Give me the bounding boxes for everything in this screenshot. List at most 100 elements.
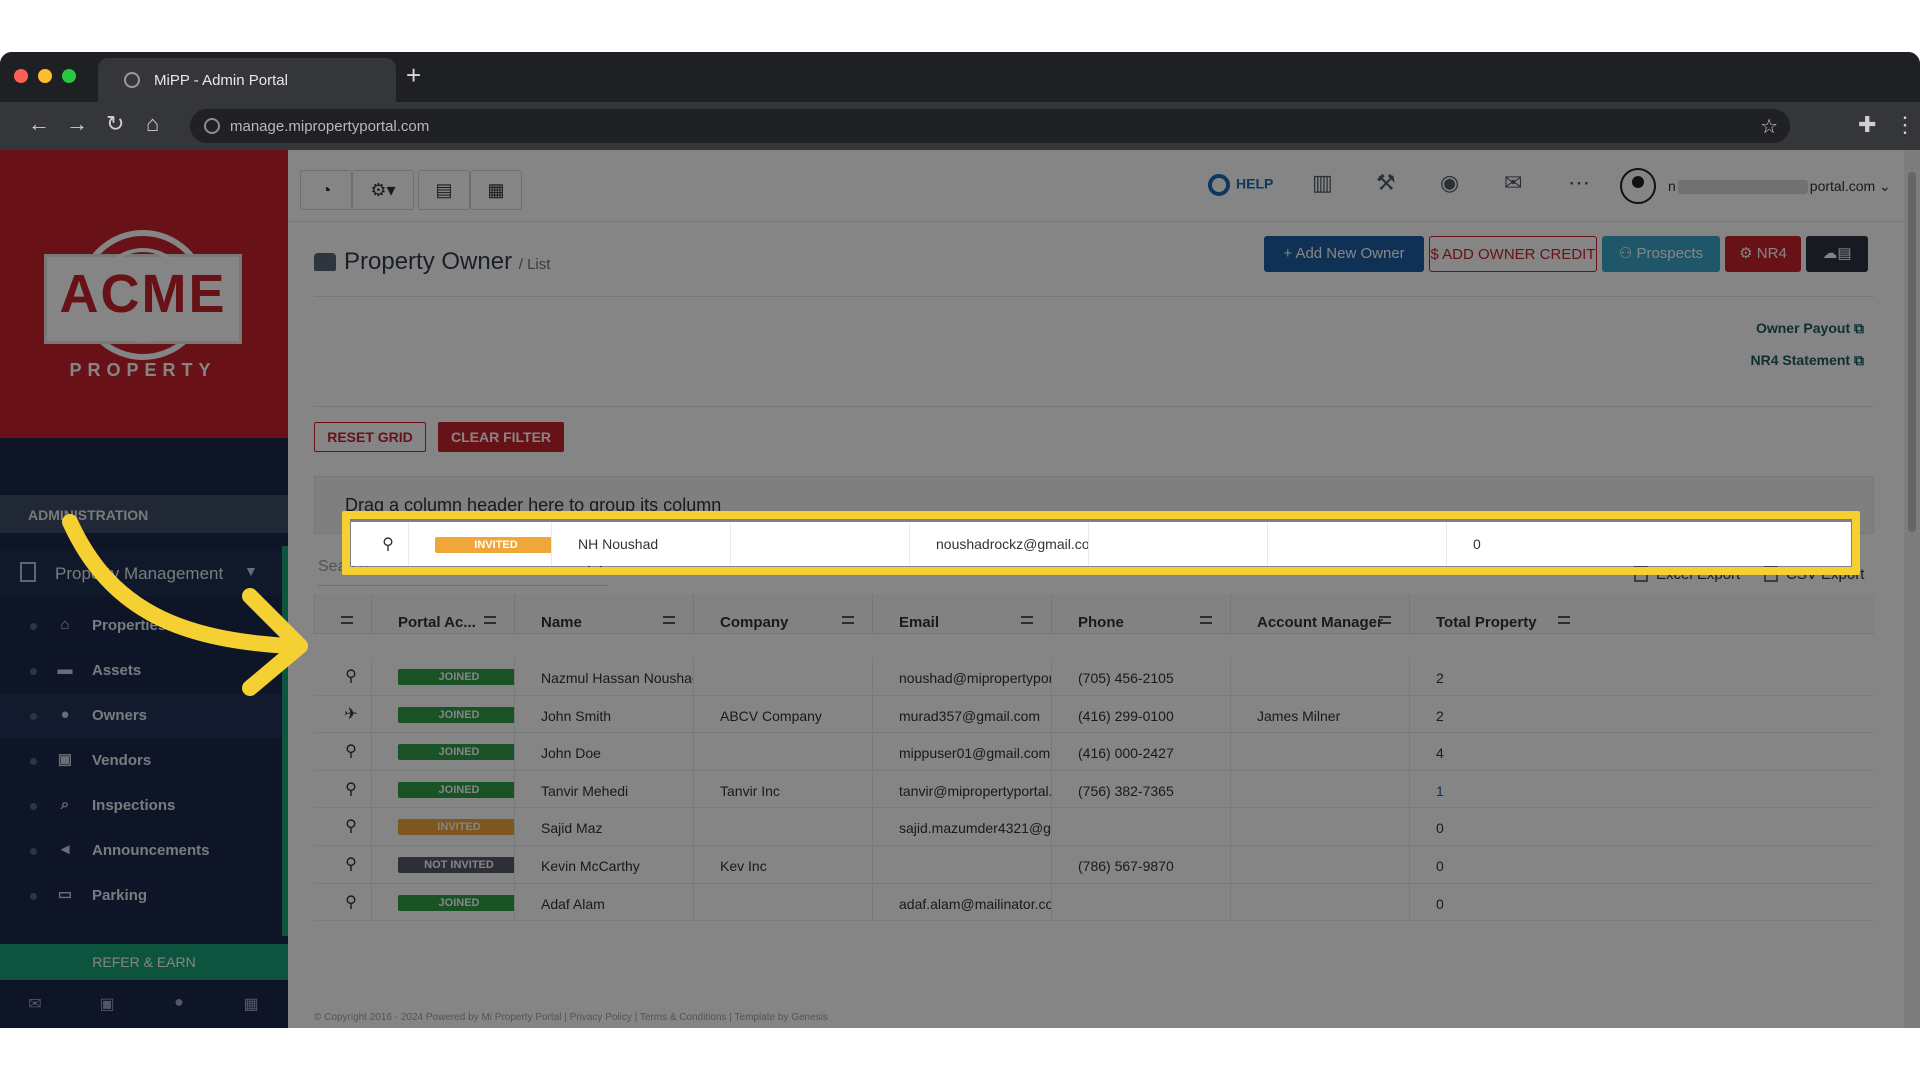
owner-payout-link[interactable]: Owner Payout ⧉ bbox=[1756, 320, 1864, 337]
megaphone-icon: ◄ bbox=[57, 841, 73, 858]
map-pin-icon[interactable]: ⚲ bbox=[344, 666, 358, 685]
map-pin-icon[interactable]: ⚲ bbox=[344, 741, 358, 760]
mail-icon[interactable]: ✉ bbox=[1504, 170, 1522, 196]
sidebar-item-inspections[interactable]: ⌕ Inspections bbox=[0, 784, 282, 828]
nr4-button[interactable]: ⚙ NR4 bbox=[1725, 236, 1801, 272]
filter-icon[interactable] bbox=[842, 616, 854, 624]
user-icon[interactable]: ● bbox=[168, 994, 190, 1014]
column-header[interactable]: Account Manager bbox=[1230, 594, 1409, 634]
filter-icon[interactable] bbox=[1558, 616, 1570, 624]
help-button[interactable]: HELP bbox=[1208, 174, 1273, 196]
reload-icon[interactable]: ↻ bbox=[106, 112, 124, 136]
row-action-cell[interactable]: ⚲ bbox=[314, 808, 371, 846]
map-pin-icon[interactable]: ⚲ bbox=[344, 854, 358, 873]
table-row[interactable]: ⚲ JOINED Adaf Alam adaf.alam@mailinator.com… bbox=[314, 883, 1874, 922]
sidebar-item-assets[interactable]: ▬ Assets bbox=[0, 649, 282, 693]
add-new-owner-button[interactable]: + Add New Owner bbox=[1264, 236, 1424, 272]
row-action-cell[interactable]: ✈ bbox=[314, 696, 371, 734]
star-icon[interactable]: ☆ bbox=[1760, 114, 1778, 139]
minimize-window-button[interactable] bbox=[38, 69, 52, 83]
tree-bullet bbox=[30, 623, 37, 630]
calculator-button[interactable]: ▦ bbox=[470, 170, 522, 210]
sidebar-group-property-management[interactable]: Property Management ▼ bbox=[0, 550, 288, 596]
close-window-button[interactable] bbox=[14, 69, 28, 83]
prospects-button[interactable]: ⚇ Prospects bbox=[1602, 236, 1720, 272]
sidebar-item-vendors[interactable]: ▣ Vendors bbox=[0, 739, 282, 783]
wrench-icon[interactable]: ⚒ bbox=[1376, 170, 1396, 196]
sidebar-group-label: Property Management bbox=[55, 564, 224, 583]
settings-dropdown-button[interactable]: ⚙▾ bbox=[352, 170, 414, 210]
column-header[interactable]: Total Property bbox=[1409, 594, 1588, 634]
filter-icon[interactable] bbox=[1200, 616, 1212, 624]
more-icon[interactable]: ⋯ bbox=[1568, 170, 1590, 196]
sidebar-item-parking[interactable]: ▭ Parking bbox=[0, 874, 282, 918]
row-action-cell[interactable]: ⚲ bbox=[314, 884, 371, 922]
column-header-actions[interactable] bbox=[314, 594, 371, 634]
column-header[interactable]: Portal Ac... bbox=[371, 594, 514, 634]
column-header-label: Account Manager bbox=[1257, 614, 1383, 631]
filter-icon[interactable] bbox=[341, 616, 353, 624]
gear-icon: ⚙ bbox=[1739, 245, 1757, 262]
table-row[interactable]: ⚲ JOINED John Doe mippuser01@gmail.com (416)… bbox=[314, 733, 1874, 771]
row-action-cell[interactable]: ⚲ bbox=[314, 846, 371, 884]
maximize-window-button[interactable] bbox=[62, 69, 76, 83]
map-pin-icon[interactable]: ⚲ bbox=[344, 779, 358, 798]
company-cell: Tanvir Inc bbox=[693, 770, 872, 809]
sidebar-item-announcements[interactable]: ◄ Announcements bbox=[0, 829, 282, 873]
column-header-label: Email bbox=[899, 614, 940, 631]
forward-icon[interactable]: → bbox=[66, 112, 88, 136]
briefcase-icon[interactable]: ▣ bbox=[96, 994, 118, 1014]
mail-icon[interactable]: ✉ bbox=[24, 994, 46, 1014]
column-header[interactable]: Name bbox=[514, 594, 693, 634]
table-row[interactable]: ⚲ JOINED Nazmul Hassan Noushad noushad@mipr… bbox=[314, 658, 1874, 696]
browser-tab[interactable]: MiPP - Admin Portal bbox=[98, 58, 396, 102]
filter-icon[interactable] bbox=[1379, 616, 1391, 624]
column-header[interactable]: Email bbox=[872, 594, 1051, 634]
site-info-icon[interactable] bbox=[204, 118, 220, 134]
row-action-cell[interactable]: ⚲ bbox=[314, 733, 371, 771]
row-action-cell[interactable]: ⚲ bbox=[314, 771, 371, 809]
scrollbar-thumb[interactable] bbox=[1908, 172, 1916, 532]
column-header[interactable]: Phone bbox=[1051, 594, 1230, 634]
tree-bullet bbox=[30, 758, 37, 765]
calendar-button[interactable]: ▤ bbox=[418, 170, 470, 210]
row-action-cell[interactable]: ⚲ bbox=[314, 658, 371, 696]
reset-grid-button[interactable]: RESET GRID bbox=[314, 422, 426, 452]
home-icon[interactable]: ⌂ bbox=[146, 112, 159, 136]
email-cell: adaf.alam@mailinator.com bbox=[872, 883, 1051, 922]
sidebar-item-label: Inspections bbox=[92, 797, 176, 814]
filter-icon[interactable] bbox=[484, 616, 496, 624]
eye-icon[interactable]: ◉ bbox=[1440, 170, 1459, 196]
logo-subtitle: PROPERTY bbox=[69, 360, 217, 380]
backup-button[interactable]: ☁▤ bbox=[1806, 236, 1868, 272]
puzzle-icon[interactable]: ✚ bbox=[1858, 112, 1876, 138]
clear-filter-button[interactable]: CLEAR FILTER bbox=[438, 422, 564, 452]
page-content: Property Owner / List + Add New Owner $ … bbox=[288, 222, 1904, 1028]
address-bar[interactable]: manage.mipropertyportal.com ☆ bbox=[190, 109, 1790, 143]
table-row[interactable]: ✈ JOINED John Smith ABCV Company murad357@gm… bbox=[314, 695, 1874, 734]
table-row[interactable]: ⚲ NOT INVITED Kevin McCarthy Kev Inc (786) 5… bbox=[314, 846, 1874, 884]
refer-earn-button[interactable]: REFER & EARN bbox=[0, 944, 288, 980]
calculator-icon[interactable]: ▦ bbox=[240, 994, 262, 1014]
company-cell bbox=[693, 733, 872, 771]
table-row[interactable]: ⚲ JOINED Tanvir Mehedi Tanvir Inc tanvir@mip… bbox=[314, 770, 1874, 809]
sidebar-item-properties[interactable]: ⌂ Properties bbox=[0, 604, 282, 648]
add-owner-credit-button[interactable]: $ ADD OWNER CREDIT bbox=[1429, 236, 1597, 272]
sidebar-item-owners[interactable]: ● Owners bbox=[0, 694, 282, 738]
dashboard-button[interactable]: ◔ bbox=[300, 170, 352, 210]
filter-icon[interactable] bbox=[1021, 616, 1033, 624]
plane-icon[interactable]: ✈ bbox=[344, 704, 358, 723]
user-menu[interactable]: n portal.com ⌄ bbox=[1668, 178, 1891, 195]
kebab-icon[interactable]: ⋮ bbox=[1894, 112, 1916, 138]
new-tab-icon[interactable]: + bbox=[406, 62, 421, 88]
nr4-statement-link[interactable]: NR4 Statement ⧉ bbox=[1751, 352, 1864, 369]
avatar[interactable] bbox=[1620, 168, 1656, 204]
filter-icon[interactable] bbox=[663, 616, 675, 624]
chart-icon[interactable]: ▥ bbox=[1312, 170, 1333, 196]
back-icon[interactable]: ← bbox=[28, 112, 50, 136]
column-header[interactable]: Company bbox=[693, 594, 872, 634]
table-row[interactable]: ⚲ INVITED Sajid Maz sajid.mazumder4321@g...… bbox=[314, 808, 1874, 846]
map-pin-icon[interactable]: ⚲ bbox=[344, 816, 358, 835]
name-cell: Adaf Alam bbox=[514, 883, 693, 922]
map-pin-icon[interactable]: ⚲ bbox=[344, 892, 358, 911]
